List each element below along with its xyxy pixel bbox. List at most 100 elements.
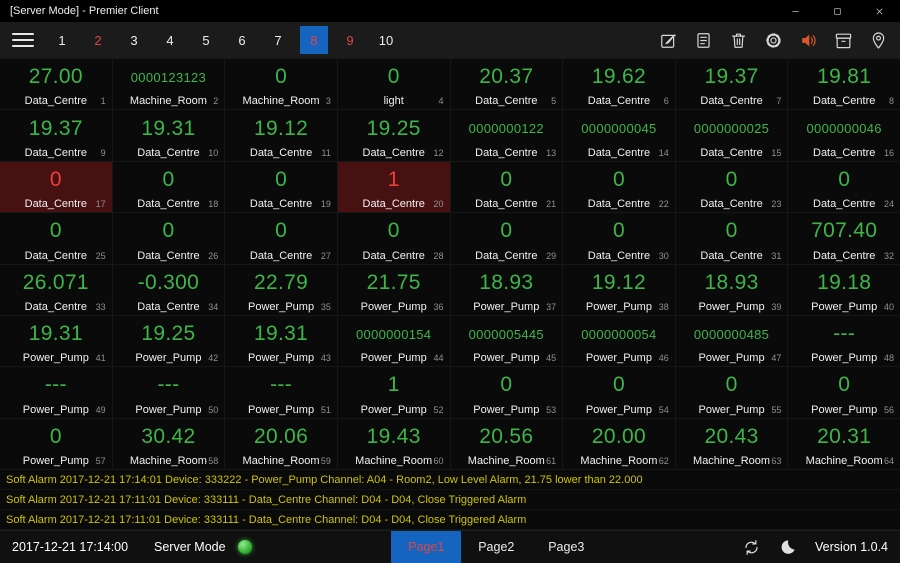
grid-cell-43[interactable]: 19.31 Power_Pump 43 [225,315,337,367]
grid-cell-41[interactable]: 19.31 Power_Pump 41 [0,315,112,367]
grid-cell-33[interactable]: 26.071 Data_Centre 33 [0,264,112,315]
grid-cell-17[interactable]: 0 Data_Centre 17 [0,161,112,213]
grid-cell-23[interactable]: 0 Data_Centre 23 [675,161,788,213]
page-number-3[interactable]: 3 [120,26,148,54]
grid-cell-31[interactable]: 0 Data_Centre 31 [675,213,788,264]
grid-cell-22[interactable]: 0 Data_Centre 22 [563,161,675,213]
grid-cell-55[interactable]: 0 Power_Pump 55 [675,367,788,418]
tab-page3[interactable]: Page3 [531,531,601,563]
cell-index: 49 [95,404,106,415]
minimize-icon[interactable] [774,0,816,22]
grid-cell-48[interactable]: --- Power_Pump 48 [788,315,900,367]
grid-cell-59[interactable]: 20.06 Machine_Room 59 [225,418,337,469]
settings-icon[interactable] [763,30,783,50]
tab-page2[interactable]: Page2 [461,531,531,563]
close-icon[interactable] [858,0,900,22]
grid-cell-40[interactable]: 19.18 Power_Pump 40 [788,264,900,315]
grid-cell-4[interactable]: 0 light 4 [337,59,450,110]
grid-cell-1[interactable]: 27.00 Data_Centre 1 [0,59,112,110]
grid-cell-45[interactable]: 0000005445 Power_Pump 45 [450,315,563,367]
grid-cell-42[interactable]: 19.25 Power_Pump 42 [112,315,225,367]
grid-cell-15[interactable]: 0000000025 Data_Centre 15 [675,110,788,161]
sync-icon[interactable] [741,537,761,557]
grid-cell-58[interactable]: 30.42 Machine_Room 58 [112,418,225,469]
page-number-2[interactable]: 2 [84,26,112,54]
cell-value: 19.25 [366,116,421,140]
grid-cell-14[interactable]: 0000000045 Data_Centre 14 [563,110,675,161]
grid-cell-51[interactable]: --- Power_Pump 51 [225,367,337,418]
grid-cell-6[interactable]: 19.62 Data_Centre 6 [563,59,675,110]
grid-cell-52[interactable]: 1 Power_Pump 52 [337,367,450,418]
cell-index: 33 [95,301,106,312]
page-number-9[interactable]: 9 [336,26,364,54]
cell-index: 51 [320,404,331,415]
grid-cell-37[interactable]: 18.93 Power_Pump 37 [450,264,563,315]
grid-cell-13[interactable]: 0000000122 Data_Centre 13 [450,110,563,161]
grid-cell-11[interactable]: 19.12 Data_Centre 11 [225,110,337,161]
grid-cell-27[interactable]: 0 Data_Centre 27 [225,213,337,264]
tab-page1[interactable]: Page1 [391,531,462,563]
trash-icon[interactable] [728,30,748,50]
page-number-10[interactable]: 10 [372,26,400,54]
grid-cell-28[interactable]: 0 Data_Centre 28 [337,213,450,264]
cell-value: 19.12 [254,116,309,140]
page-number-1[interactable]: 1 [48,26,76,54]
grid-cell-24[interactable]: 0 Data_Centre 24 [788,161,900,213]
grid-cell-16[interactable]: 0000000046 Data_Centre 16 [788,110,900,161]
cell-value: 0 [275,65,288,89]
grid-cell-3[interactable]: 0 Machine_Room 3 [225,59,337,110]
grid-cell-5[interactable]: 20.37 Data_Centre 5 [450,59,563,110]
grid-cell-49[interactable]: --- Power_Pump 49 [0,367,112,418]
page-number-7[interactable]: 7 [264,26,292,54]
grid-cell-2[interactable]: 0000123123 Machine_Room 2 [112,59,225,110]
grid-cell-47[interactable]: 0000000485 Power_Pump 47 [675,315,788,367]
grid-cell-63[interactable]: 20.43 Machine_Room 63 [675,418,788,469]
cell-value: 19.43 [366,424,421,448]
archive-icon[interactable] [833,30,853,50]
grid-cell-26[interactable]: 0 Data_Centre 26 [112,213,225,264]
grid-cell-18[interactable]: 0 Data_Centre 18 [112,161,225,213]
cell-label: Data_Centre [24,95,87,108]
grid-cell-12[interactable]: 19.25 Data_Centre 12 [337,110,450,161]
location-icon[interactable] [868,30,888,50]
grid-cell-19[interactable]: 0 Data_Centre 19 [225,161,337,213]
grid-cell-56[interactable]: 0 Power_Pump 56 [788,367,900,418]
grid-cell-39[interactable]: 18.93 Power_Pump 39 [675,264,788,315]
grid-cell-46[interactable]: 0000000054 Power_Pump 46 [563,315,675,367]
maximize-icon[interactable] [816,0,858,22]
grid-cell-61[interactable]: 20.56 Machine_Room 61 [450,418,563,469]
grid-cell-50[interactable]: --- Power_Pump 50 [112,367,225,418]
grid-cell-53[interactable]: 0 Power_Pump 53 [450,367,563,418]
grid-cell-8[interactable]: 19.81 Data_Centre 8 [788,59,900,110]
grid-cell-36[interactable]: 21.75 Power_Pump 36 [337,264,450,315]
page-number-5[interactable]: 5 [192,26,220,54]
menu-icon[interactable] [8,28,38,52]
grid-cell-44[interactable]: 0000000154 Power_Pump 44 [337,315,450,367]
edit-icon[interactable] [658,30,678,50]
grid-cell-62[interactable]: 20.00 Machine_Room 62 [563,418,675,469]
grid-cell-35[interactable]: 22.79 Power_Pump 35 [225,264,337,315]
note-icon[interactable] [693,30,713,50]
grid-cell-38[interactable]: 19.12 Power_Pump 38 [563,264,675,315]
grid-cell-60[interactable]: 19.43 Machine_Room 60 [337,418,450,469]
grid-cell-32[interactable]: 707.40 Data_Centre 32 [788,213,900,264]
grid-cell-7[interactable]: 19.37 Data_Centre 7 [675,59,788,110]
grid-cell-25[interactable]: 0 Data_Centre 25 [0,213,112,264]
grid-cell-20[interactable]: 1 Data_Centre 20 [337,161,450,213]
grid-cell-54[interactable]: 0 Power_Pump 54 [563,367,675,418]
grid-cell-30[interactable]: 0 Data_Centre 30 [563,213,675,264]
grid-cell-34[interactable]: -0.300 Data_Centre 34 [112,264,225,315]
grid-cell-64[interactable]: 20.31 Machine_Room 64 [788,418,900,469]
speaker-icon[interactable] [798,30,818,50]
grid-cell-21[interactable]: 0 Data_Centre 21 [450,161,563,213]
cell-index: 17 [95,199,106,210]
page-number-8[interactable]: 8 [300,26,328,54]
page-number-4[interactable]: 4 [156,26,184,54]
grid-cell-29[interactable]: 0 Data_Centre 29 [450,213,563,264]
grid-cell-10[interactable]: 19.31 Data_Centre 10 [112,110,225,161]
grid-cell-57[interactable]: 0 Power_Pump 57 [0,418,112,469]
page-number-6[interactable]: 6 [228,26,256,54]
moon-icon[interactable] [777,537,797,557]
cell-label: Power_Pump [585,352,652,365]
grid-cell-9[interactable]: 19.37 Data_Centre 9 [0,110,112,161]
